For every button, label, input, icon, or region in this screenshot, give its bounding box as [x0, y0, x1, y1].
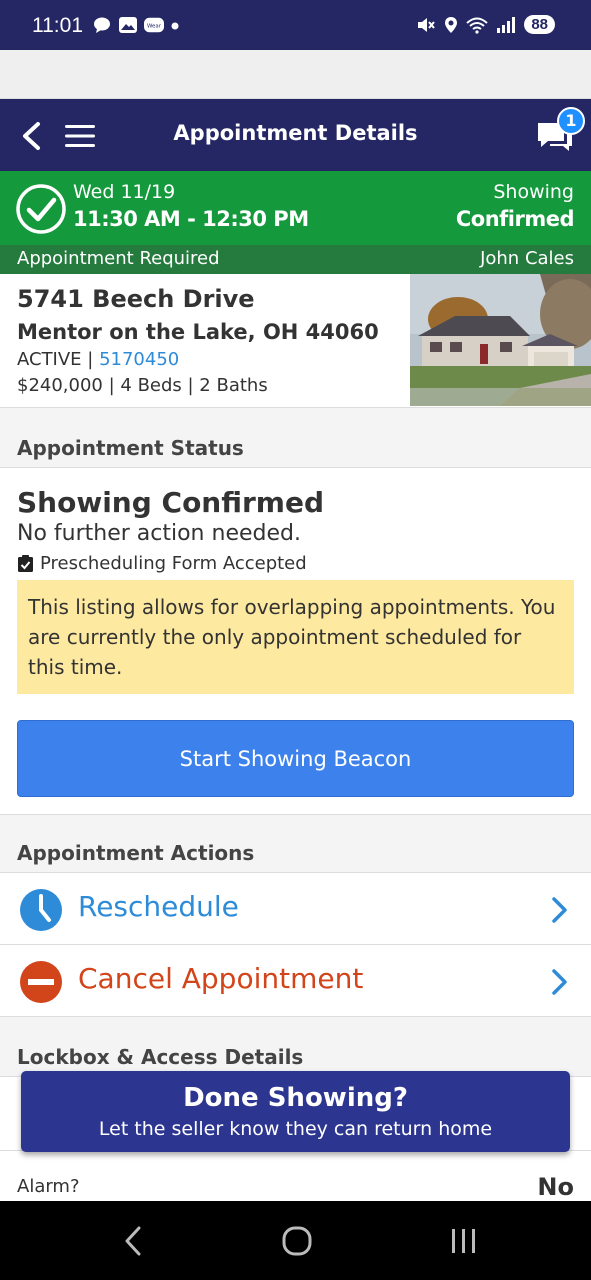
appointment-date: Wed 11/19: [73, 181, 176, 203]
dot-icon: [171, 22, 179, 30]
done-showing-subtitle: Let the seller know they can return home: [98, 1118, 493, 1140]
clock-icon: [20, 889, 62, 931]
listing-details: $240,000 | 4 Beds | 2 Baths: [17, 375, 268, 396]
overlap-notice: This listing allows for overlapping appo…: [17, 580, 574, 694]
chat-notification-icon: [94, 17, 110, 33]
confirmation-bar: Wed 11/19 11:30 AM - 12:30 PM Showing Co…: [0, 171, 591, 245]
cancel-appointment-action[interactable]: Cancel Appointment: [0, 945, 591, 1017]
listing-card[interactable]: 5741 Beech Drive Mentor on the Lake, OH …: [0, 274, 591, 408]
listing-status-line: ACTIVE | 5170450: [17, 349, 179, 370]
done-showing-banner[interactable]: Done Showing? Let the seller know they c…: [21, 1071, 570, 1152]
status-separator: |: [81, 349, 100, 370]
appointment-time: 11:30 AM - 12:30 PM: [73, 207, 309, 231]
appointment-confirmation-status: Confirmed: [455, 207, 575, 231]
lockbox-header: Lockbox & Access Details: [0, 1017, 591, 1077]
requirement-bar: Appointment Required John Cales: [0, 245, 591, 274]
notification-icons: Wear: [92, 16, 180, 34]
agent-name: John Cales: [480, 248, 574, 269]
page-title: Appointment Details: [173, 121, 418, 145]
section-title: Appointment Status: [17, 436, 244, 460]
mls-number-link[interactable]: 5170450: [99, 349, 179, 370]
nav-back-icon[interactable]: [113, 1223, 153, 1259]
location-icon: [445, 16, 458, 33]
status-headline: Showing Confirmed: [17, 486, 325, 519]
message-count-badge: 1: [557, 107, 585, 135]
appointment-type: Showing: [493, 181, 574, 203]
cancel-appointment-label: Cancel Appointment: [78, 962, 364, 995]
requirement-text: Appointment Required: [17, 248, 220, 269]
reschedule-action[interactable]: Reschedule: [0, 873, 591, 945]
form-status-text: Prescheduling Form Accepted: [40, 553, 307, 574]
mute-icon: [418, 17, 436, 32]
top-spacer: [0, 50, 591, 99]
system-status-bar: 11:01 Wear 88: [0, 0, 591, 50]
appointment-status-panel: Showing Confirmed No further action need…: [0, 468, 591, 815]
system-icons: 88: [416, 15, 555, 34]
form-status-row: Prescheduling Form Accepted: [17, 553, 307, 574]
clipboard-check-icon: [18, 554, 33, 572]
chevron-right-icon: [552, 969, 567, 995]
done-showing-title: Done Showing?: [183, 1083, 408, 1113]
check-circle-icon: [16, 184, 66, 234]
battery-indicator: 88: [524, 15, 555, 34]
listing-address-line2: Mentor on the Lake, OH 44060: [17, 320, 379, 344]
alarm-value: No: [537, 1173, 574, 1201]
chevron-right-icon: [552, 897, 567, 923]
reschedule-label: Reschedule: [78, 890, 239, 923]
listing-address-line1: 5741 Beech Drive: [17, 285, 255, 313]
start-showing-beacon-button[interactable]: Start Showing Beacon: [17, 720, 574, 797]
section-title: Lockbox & Access Details: [17, 1045, 304, 1069]
image-notification-icon: [119, 17, 137, 33]
system-navigation-bar: [0, 1201, 591, 1280]
status-time: 11:01: [32, 14, 83, 37]
nav-home-icon[interactable]: [277, 1223, 317, 1259]
listing-status: ACTIVE: [17, 349, 82, 370]
alarm-row: Alarm? No: [0, 1151, 591, 1201]
no-entry-icon: [20, 961, 62, 1003]
svg-text:Wear: Wear: [147, 24, 162, 30]
appointment-actions-header: Appointment Actions: [0, 815, 591, 873]
nav-recents-icon[interactable]: [443, 1223, 483, 1259]
status-subtext: No further action needed.: [17, 521, 301, 546]
wifi-icon: [466, 17, 488, 34]
listing-photo[interactable]: [410, 274, 591, 406]
app-header: Appointment Details 1: [0, 99, 591, 171]
alarm-label: Alarm?: [17, 1176, 80, 1197]
section-title: Appointment Actions: [17, 841, 255, 865]
messages-button[interactable]: 1: [536, 107, 585, 157]
wear-notification-icon: Wear: [144, 17, 164, 33]
signal-icon: [497, 16, 516, 33]
appointment-status-header: Appointment Status: [0, 408, 591, 468]
